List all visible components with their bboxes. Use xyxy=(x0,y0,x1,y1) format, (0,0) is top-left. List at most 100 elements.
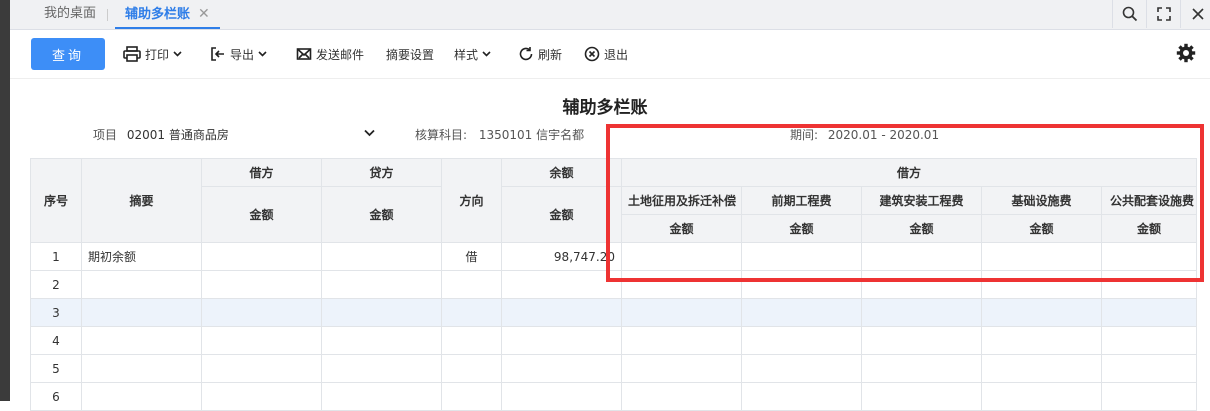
cell-debit[interactable] xyxy=(201,270,322,299)
cell-direction[interactable] xyxy=(441,298,502,327)
gear-icon[interactable] xyxy=(1176,43,1196,66)
print-label: 打印 xyxy=(145,47,170,62)
tab-home[interactable]: 我的桌面 xyxy=(44,0,96,30)
cell-balance[interactable]: 98,747.20 xyxy=(501,242,622,271)
table-row[interactable]: 5 xyxy=(30,354,1197,383)
account-info: 核算科目: 1350101 信宇名都 xyxy=(415,126,584,143)
cell-amount[interactable] xyxy=(981,242,1102,271)
cell-summary[interactable] xyxy=(81,298,202,327)
cell-amount[interactable] xyxy=(861,382,982,411)
cell-amount[interactable] xyxy=(861,242,982,271)
table-row[interactable]: 4 xyxy=(30,326,1197,355)
cell-amount[interactable] xyxy=(861,326,982,355)
chevron-down-icon[interactable] xyxy=(364,126,375,140)
cell-debit[interactable] xyxy=(201,298,322,327)
cell-direction[interactable] xyxy=(441,382,502,411)
header-summary: 摘要 xyxy=(81,158,202,243)
cell-amount[interactable] xyxy=(981,298,1102,327)
cell-balance[interactable] xyxy=(501,354,622,383)
export-button[interactable]: 导出 xyxy=(210,44,267,64)
cell-amount[interactable] xyxy=(741,298,862,327)
cell-amount[interactable] xyxy=(741,326,862,355)
header-amount: 金额 xyxy=(621,214,742,243)
cell-amount[interactable] xyxy=(1101,326,1197,355)
exit-circle-icon xyxy=(584,46,600,62)
cell-debit[interactable] xyxy=(201,354,322,383)
close-icon[interactable]: ✕ xyxy=(198,6,210,22)
cell-summary[interactable]: 期初余额 xyxy=(81,242,202,271)
cell-amount[interactable] xyxy=(981,270,1102,299)
cell-amount[interactable] xyxy=(1101,382,1197,411)
exit-button[interactable]: 退出 xyxy=(584,44,628,64)
summary-settings-button[interactable]: 摘要设置 xyxy=(386,44,434,64)
header-amount: 金额 xyxy=(861,214,982,243)
cell-amount[interactable] xyxy=(1101,298,1197,327)
cell-amount[interactable] xyxy=(621,354,742,383)
table-row[interactable]: 6 xyxy=(30,382,1197,411)
cell-amount[interactable] xyxy=(621,382,742,411)
cell-seq: 1 xyxy=(30,242,82,271)
cell-amount[interactable] xyxy=(741,242,862,271)
cell-amount[interactable] xyxy=(981,326,1102,355)
cell-direction[interactable] xyxy=(441,326,502,355)
cell-amount[interactable] xyxy=(861,354,982,383)
close-window-icon[interactable] xyxy=(1180,0,1210,28)
fullscreen-icon[interactable] xyxy=(1146,0,1180,28)
query-button[interactable]: 查询 xyxy=(31,38,105,70)
search-icon[interactable] xyxy=(1112,0,1146,28)
cell-credit[interactable] xyxy=(321,326,442,355)
cell-balance[interactable] xyxy=(501,382,622,411)
tab-multi-column-ledger[interactable]: 辅助多栏账 ✕ xyxy=(115,0,220,29)
chevron-down-icon xyxy=(258,51,267,57)
refresh-button[interactable]: 刷新 xyxy=(518,44,562,64)
cell-summary[interactable] xyxy=(81,382,202,411)
cell-direction[interactable] xyxy=(441,354,502,383)
cell-amount[interactable] xyxy=(741,354,862,383)
cell-amount[interactable] xyxy=(621,242,742,271)
cell-balance[interactable] xyxy=(501,270,622,299)
cell-amount[interactable] xyxy=(981,382,1102,411)
cell-summary[interactable] xyxy=(81,326,202,355)
cell-amount[interactable] xyxy=(741,382,862,411)
header-balance: 余额 xyxy=(501,158,622,187)
cell-amount[interactable] xyxy=(1101,242,1197,271)
cell-amount[interactable] xyxy=(621,326,742,355)
header-col-land: 土地征用及拆迁补偿 xyxy=(621,186,742,215)
header-amount: 金额 xyxy=(1101,214,1197,243)
cell-amount[interactable] xyxy=(1101,354,1197,383)
cell-debit[interactable] xyxy=(201,242,322,271)
cell-summary[interactable] xyxy=(81,354,202,383)
project-filter[interactable]: 项目 02001 普通商品房 xyxy=(93,126,229,143)
cell-credit[interactable] xyxy=(321,354,442,383)
cell-amount[interactable] xyxy=(981,354,1102,383)
cell-credit[interactable] xyxy=(321,382,442,411)
cell-amount[interactable] xyxy=(861,298,982,327)
ledger-table: 序号 摘要 借方 贷方 方向 余额 借方 金额 金额 金额 土地征用及拆迁补偿 … xyxy=(30,158,1197,411)
send-email-button[interactable]: 发送邮件 xyxy=(296,44,364,64)
cell-credit[interactable] xyxy=(321,298,442,327)
cell-amount[interactable] xyxy=(861,270,982,299)
cell-amount[interactable] xyxy=(1101,270,1197,299)
cell-amount[interactable] xyxy=(621,298,742,327)
header-direction: 方向 xyxy=(441,158,502,243)
cell-credit[interactable] xyxy=(321,270,442,299)
cell-direction[interactable] xyxy=(441,270,502,299)
style-button[interactable]: 样式 xyxy=(454,44,491,64)
header-col-public-facilities: 公共配套设施费 xyxy=(1101,186,1197,215)
header-col-construction: 建筑安装工程费 xyxy=(861,186,982,215)
header-col-infrastructure: 基础设施费 xyxy=(981,186,1102,215)
table-row[interactable]: 1 期初余额 借 98,747.20 xyxy=(30,242,1197,271)
cell-balance[interactable] xyxy=(501,298,622,327)
cell-debit[interactable] xyxy=(201,382,322,411)
cell-balance[interactable] xyxy=(501,326,622,355)
cell-debit[interactable] xyxy=(201,326,322,355)
print-button[interactable]: 打印 xyxy=(123,44,182,64)
cell-amount[interactable] xyxy=(741,270,862,299)
table-row[interactable]: 2 xyxy=(30,270,1197,299)
cell-credit[interactable] xyxy=(321,242,442,271)
cell-amount[interactable] xyxy=(621,270,742,299)
cell-direction[interactable]: 借 xyxy=(441,242,502,271)
table-row[interactable]: 3 xyxy=(30,298,1197,327)
cell-summary[interactable] xyxy=(81,270,202,299)
header-col-preliminary: 前期工程费 xyxy=(741,186,862,215)
